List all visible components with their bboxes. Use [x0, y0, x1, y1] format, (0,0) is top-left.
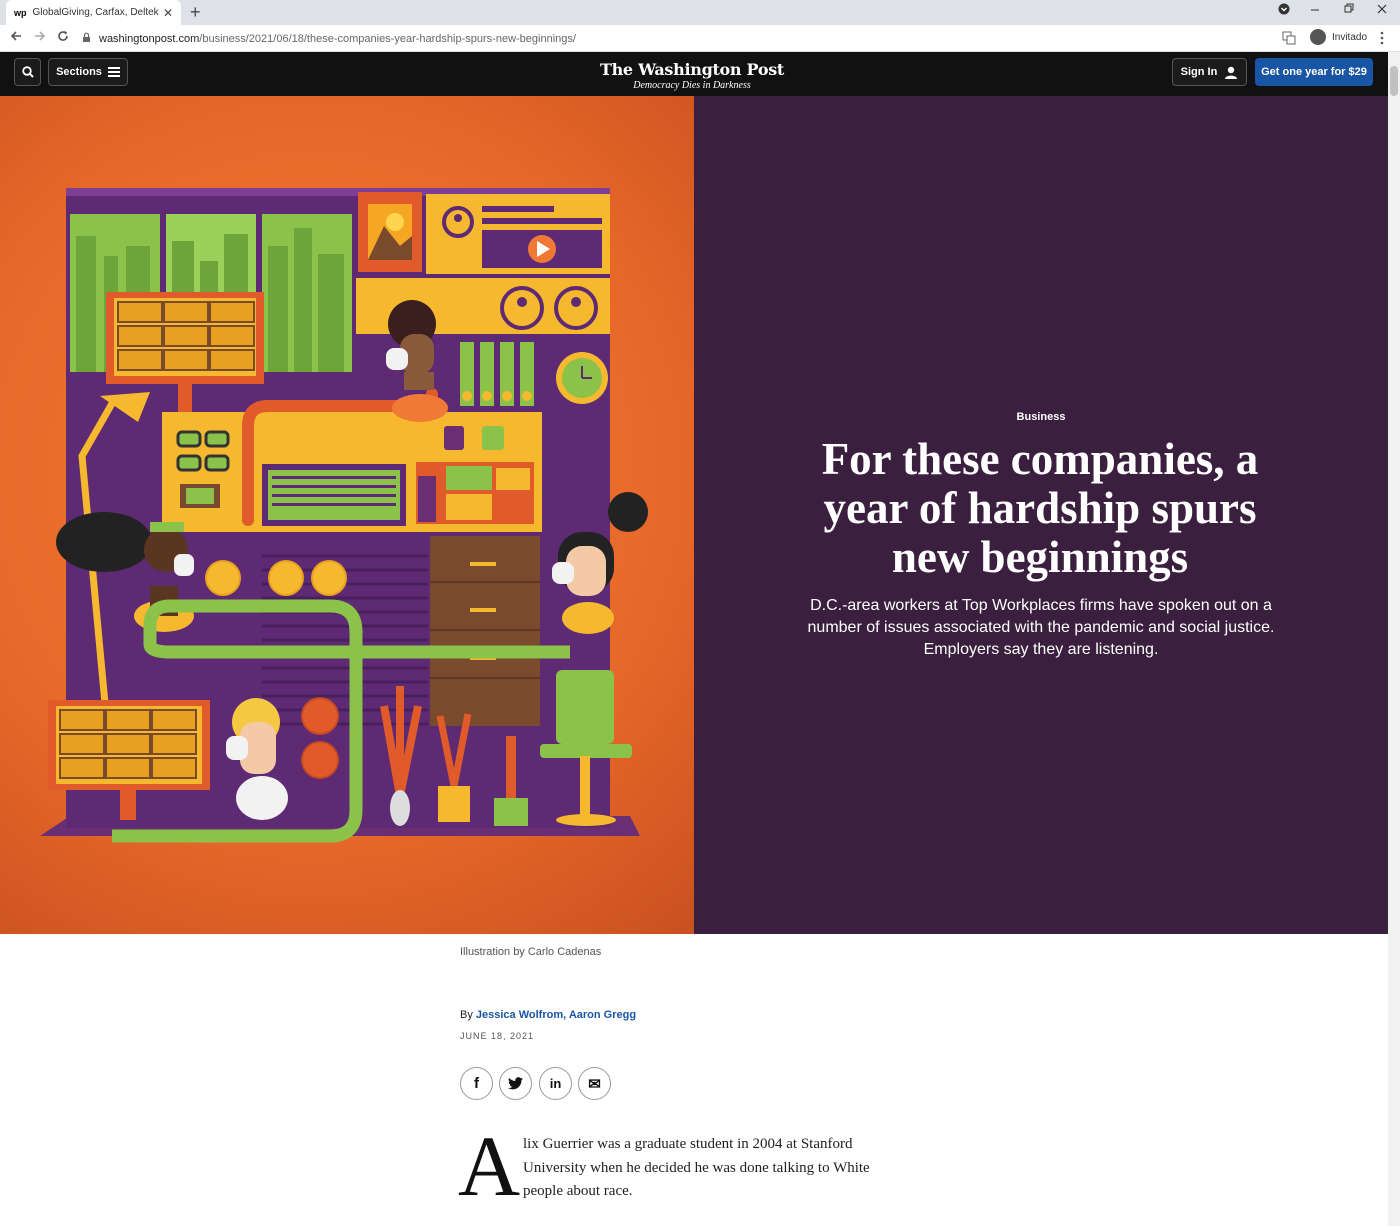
scrollbar-thumb[interactable]	[1390, 66, 1398, 96]
hero-illustration	[0, 96, 694, 934]
twitter-icon	[508, 1077, 523, 1090]
drop-cap: A	[458, 1118, 521, 1214]
tab-title: GlobalGiving, Carfax, Deltek and	[32, 7, 159, 18]
email-icon: ✉	[588, 1075, 601, 1093]
profile-button[interactable]: Invitado	[1310, 29, 1367, 45]
share-facebook-button[interactable]: f	[460, 1067, 493, 1100]
translate-icon[interactable]	[1282, 31, 1296, 49]
close-tab-icon[interactable]: ✕	[163, 6, 173, 20]
image-caption: Illustration by Carlo Cadenas	[460, 946, 602, 958]
facebook-icon: f	[474, 1075, 479, 1092]
avatar-icon	[1310, 29, 1326, 45]
browser-tab-bar: wp GlobalGiving, Carfax, Deltek and ✕ +	[0, 0, 1400, 25]
byline: By Jessica Wolfrom, Aaron Gregg	[460, 1009, 636, 1021]
wapo-favicon-icon: wp	[14, 7, 27, 18]
new-tab-icon[interactable]: +	[190, 2, 201, 23]
article-first-paragraph: lix Guerrier was a graduate student in 2…	[523, 1136, 870, 1199]
browser-tab[interactable]: wp GlobalGiving, Carfax, Deltek and ✕	[6, 0, 181, 25]
byline-prefix: By	[460, 1009, 476, 1021]
minimize-icon[interactable]	[1310, 3, 1320, 18]
url-domain: washingtonpost.com	[99, 32, 200, 45]
lock-icon	[82, 32, 91, 46]
article-dek: D.C.-area workers at Top Workplaces firm…	[807, 597, 1275, 658]
share-twitter-button[interactable]	[499, 1067, 532, 1100]
subscribe-button[interactable]: Get one year for $29	[1255, 58, 1373, 86]
site-header: Sections The Washington Post Democracy D…	[0, 52, 1400, 96]
author-links[interactable]: Jessica Wolfrom, Aaron Gregg	[476, 1009, 636, 1021]
menu-kebab-icon[interactable]	[1380, 31, 1384, 49]
office-illustration	[40, 188, 648, 843]
tab-search-icon[interactable]	[1278, 3, 1290, 18]
share-email-button[interactable]: ✉	[578, 1067, 611, 1100]
publish-date: JUNE 18, 2021	[460, 1031, 535, 1041]
close-window-icon[interactable]	[1377, 3, 1387, 18]
url-field[interactable]: washingtonpost.com/business/2021/06/18/t…	[82, 29, 1282, 48]
signin-button[interactable]: Sign In	[1172, 58, 1247, 86]
profile-label: Invitado	[1332, 31, 1368, 43]
section-kicker[interactable]: Business	[694, 411, 1388, 423]
share-linkedin-button[interactable]: in	[539, 1067, 572, 1100]
url-path: /business/2021/06/18/these-companies-yea…	[199, 32, 576, 45]
article-headline: For these companies, a year of hardship …	[821, 434, 1259, 582]
linkedin-icon: in	[549, 1076, 562, 1091]
address-bar-row: washingtonpost.com/business/2021/06/18/t…	[0, 25, 1400, 52]
restore-icon[interactable]	[1344, 3, 1354, 18]
back-icon[interactable]	[9, 29, 23, 47]
forward-icon[interactable]	[33, 29, 47, 47]
user-icon	[1225, 66, 1238, 79]
page-scrollbar[interactable]	[1388, 52, 1400, 1226]
reload-icon[interactable]	[56, 29, 70, 47]
signin-label: Sign In	[1180, 66, 1218, 78]
